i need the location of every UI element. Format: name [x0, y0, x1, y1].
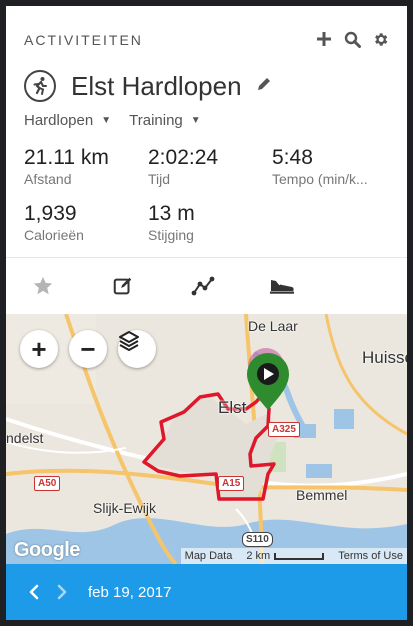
activity-date: feb 19, 2017 — [88, 583, 172, 601]
stat-calories: 1,939 Calorieën — [24, 202, 144, 243]
event-type-dropdown[interactable]: Training ▼ — [129, 112, 201, 129]
place-label: Bemmel — [296, 487, 348, 503]
add-icon[interactable] — [315, 30, 333, 48]
footer-bar: feb 19, 2017 — [6, 564, 407, 620]
place-label: De Laar — [248, 318, 298, 334]
road-badge: A15 — [218, 476, 245, 491]
stat-value: 5:48 — [272, 146, 313, 169]
stat-distance: 21.11 km Afstand — [24, 146, 144, 187]
header-tools — [315, 30, 389, 48]
stat-value: 1,939 — [24, 202, 77, 225]
road-badge: S110 — [242, 532, 273, 547]
activity-dropdowns: Hardlopen ▼ Training ▼ — [24, 112, 201, 129]
scale-bar — [274, 552, 325, 560]
layers-icon — [119, 331, 139, 351]
activity-title-row: Elst Hardlopen — [24, 66, 389, 106]
action-bar — [6, 258, 407, 314]
stat-elevation: 13 m Stijging — [148, 202, 268, 243]
notes-icon[interactable] — [103, 258, 143, 314]
next-activity-button[interactable] — [48, 564, 76, 620]
gear-icon[interactable] — [371, 30, 389, 48]
caret-down-icon: ▼ — [101, 115, 112, 126]
road-badge: A325 — [268, 422, 300, 437]
stat-label: Tijd — [148, 171, 171, 187]
place-label: ndelst — [6, 430, 44, 446]
map-data-link[interactable]: Map Data — [185, 550, 233, 562]
header: ACTIVITEITEN — [24, 30, 389, 52]
activity-card: ACTIVITEITEN Elst Hardlopen Hardlopen ▼ — [6, 6, 407, 620]
search-icon[interactable] — [343, 30, 361, 48]
stat-value: 2:02:24 — [148, 146, 219, 169]
stat-pace: 5:48 Tempo (min/k... — [272, 146, 390, 187]
pencil-icon[interactable] — [256, 76, 272, 97]
stat-value: 21.11 km — [24, 146, 109, 169]
map-attribution: Map Data 2 km Terms of Use — [180, 548, 407, 564]
header-title: ACTIVITEITEN — [24, 32, 143, 48]
star-icon[interactable] — [23, 258, 63, 314]
event-type-value: Training — [129, 112, 183, 129]
running-icon — [24, 70, 56, 102]
activity-title: Elst Hardlopen — [71, 70, 242, 101]
map-scale: 2 km — [246, 550, 325, 562]
place-label: Slijk-Ewijk — [93, 500, 156, 516]
zoom-out-button[interactable]: − — [69, 330, 107, 368]
map-scale-label: 2 km — [246, 550, 271, 562]
zoom-in-button[interactable]: + — [20, 330, 58, 368]
route-map[interactable]: + − De Laar Huisse Elst ndelst Slijk-Ewi… — [6, 314, 407, 564]
stat-label: Afstand — [24, 171, 72, 187]
chart-icon[interactable] — [183, 258, 223, 314]
map-canvas — [6, 314, 407, 564]
previous-activity-button[interactable] — [20, 564, 48, 620]
chevron-left-icon — [29, 584, 39, 600]
chevron-right-icon — [57, 584, 67, 600]
activity-type-value: Hardlopen — [24, 112, 94, 129]
stat-label: Stijging — [148, 227, 194, 243]
caret-down-icon: ▼ — [190, 115, 201, 126]
activity-type-dropdown[interactable]: Hardlopen ▼ — [24, 112, 111, 129]
stat-time: 2:02:24 Tijd — [148, 146, 268, 187]
place-label: Huisse — [362, 348, 407, 367]
road-badge: A50 — [34, 476, 61, 491]
stat-label: Calorieën — [24, 227, 84, 243]
terms-link[interactable]: Terms of Use — [338, 550, 403, 562]
shoe-icon[interactable] — [262, 258, 302, 314]
map-layers-button[interactable] — [118, 330, 156, 368]
stat-value: 13 m — [148, 202, 195, 225]
google-logo: Google — [14, 539, 80, 561]
stat-label: Tempo (min/k... — [272, 171, 368, 187]
place-label: Elst — [218, 398, 247, 417]
